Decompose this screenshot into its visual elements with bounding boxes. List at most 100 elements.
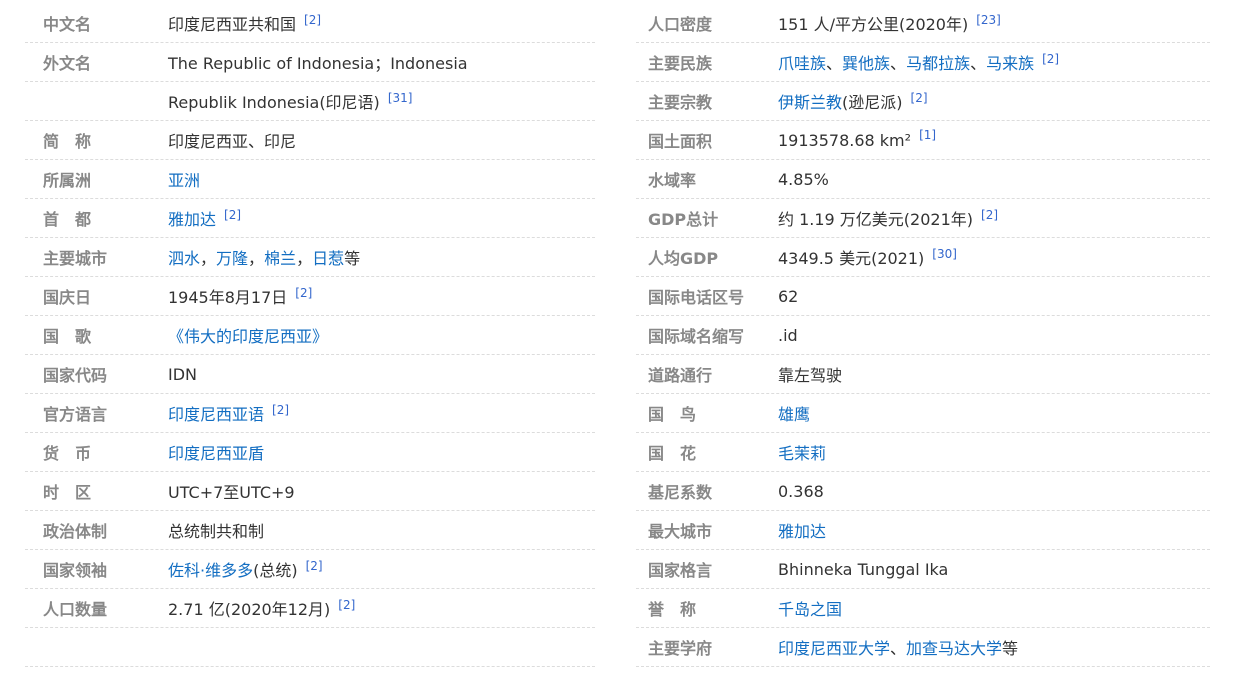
value-link[interactable]: 棉兰	[264, 249, 296, 268]
info-row: 誉 称 千岛之国	[636, 589, 1210, 628]
info-value: 雅加达	[778, 518, 826, 542]
info-label: 誉 称	[648, 600, 697, 619]
info-value: 千岛之国	[778, 596, 842, 620]
value-text: 151 人/平方公里(2020年)	[778, 15, 969, 34]
reference-link[interactable]: [2]	[224, 208, 241, 222]
info-row: Republik Indonesia(印尼语) [31]	[25, 82, 595, 121]
info-row: 所属洲 亚洲	[25, 160, 595, 199]
value-text: (逊尼派)	[842, 93, 903, 112]
info-row: 人口密度 151 人/平方公里(2020年) [23]	[636, 4, 1210, 43]
reference-link[interactable]: [30]	[932, 247, 957, 261]
info-row: 国家格言 Bhinneka Tunggal Ika	[636, 550, 1210, 589]
info-value: Republik Indonesia(印尼语) [31]	[168, 89, 412, 113]
info-value: 印度尼西亚共和国 [2]	[168, 11, 321, 35]
reference-link[interactable]: [2]	[911, 91, 928, 105]
reference-link[interactable]: [23]	[976, 13, 1001, 27]
info-label: 时 区	[43, 483, 92, 502]
info-row: GDP总计 约 1.19 万亿美元(2021年) [2]	[636, 199, 1210, 238]
reference-link[interactable]: [2]	[1042, 52, 1059, 66]
info-value: 靠左驾驶	[778, 362, 842, 386]
info-row: 最大城市 雅加达	[636, 511, 1210, 550]
info-label: 简 称	[43, 132, 92, 151]
value-link[interactable]: 《伟大的印度尼西亚》	[168, 327, 328, 346]
value-link[interactable]: 千岛之国	[778, 600, 842, 619]
info-label: 官方语言	[43, 405, 108, 424]
value-text: (总统)	[253, 561, 298, 580]
value-text: 靠左驾驶	[778, 366, 843, 385]
value-link[interactable]: 亚洲	[168, 171, 200, 190]
value-link[interactable]: 雅加达	[168, 210, 216, 229]
value-link[interactable]: 马来族	[986, 54, 1034, 73]
info-value: .id	[778, 326, 798, 345]
info-label: 人口数量	[43, 600, 108, 619]
info-label: 国家代码	[43, 366, 108, 385]
info-label: 国 歌	[43, 327, 92, 346]
value-link[interactable]: 马都拉族	[906, 54, 970, 73]
info-row: 国家领袖 佐科·维多多(总统) [2]	[25, 550, 595, 589]
info-value: 151 人/平方公里(2020年) [23]	[778, 11, 1001, 35]
info-row: 水域率 4.85%	[636, 160, 1210, 199]
value-text: ，	[248, 249, 265, 268]
value-text: 0.368	[778, 481, 824, 501]
value-link[interactable]: 爪哇族	[778, 54, 826, 73]
info-value: 伊斯兰教(逊尼派) [2]	[778, 89, 928, 113]
reference-link[interactable]: [2]	[272, 403, 289, 417]
info-label: 所属洲	[43, 171, 92, 190]
info-row: 国 花 毛茉莉	[636, 433, 1210, 472]
value-link[interactable]: 泗水	[168, 249, 200, 268]
basic-info-box: 中文名 印度尼西亚共和国 [2] 外文名 The Republic of Indones…	[25, 4, 1210, 667]
value-link[interactable]: 印度尼西亚语	[168, 405, 264, 424]
info-value: 约 1.19 万亿美元(2021年) [2]	[778, 206, 998, 230]
info-label: 国 花	[648, 444, 697, 463]
info-row: 政治体制 总统制共和制	[25, 511, 595, 550]
value-link[interactable]: 雅加达	[778, 522, 826, 541]
info-row: 外文名 The Republic of Indonesia；Indonesia	[25, 43, 595, 82]
value-link[interactable]: 巽他族	[842, 54, 890, 73]
info-row: 主要宗教 伊斯兰教(逊尼派) [2]	[636, 82, 1210, 121]
info-label: 最大城市	[648, 522, 713, 541]
value-link[interactable]: 印度尼西亚盾	[168, 444, 264, 463]
info-row: 中文名 印度尼西亚共和国 [2]	[25, 4, 595, 43]
info-row: 基尼系数 0.368	[636, 472, 1210, 511]
value-link[interactable]: 雄鹰	[778, 405, 810, 424]
info-label: 国际域名缩写	[648, 327, 745, 346]
value-text: The Republic of Indonesia；Indonesia	[168, 54, 468, 73]
info-label: 中文名	[43, 15, 92, 34]
info-value: Bhinneka Tunggal Ika	[778, 560, 948, 579]
reference-link[interactable]: [2]	[304, 13, 321, 27]
info-row: 时 区 UTC+7至UTC+9	[25, 472, 595, 511]
value-link[interactable]: 佐科·维多多	[168, 561, 253, 580]
value-text: 62	[778, 286, 799, 306]
reference-link[interactable]: [2]	[338, 598, 355, 612]
value-link[interactable]: 万隆	[216, 249, 248, 268]
info-row: 国 歌 《伟大的印度尼西亚》	[25, 316, 595, 355]
reference-link[interactable]: [1]	[919, 128, 936, 142]
info-label: GDP总计	[648, 210, 719, 229]
value-link[interactable]: 伊斯兰教	[778, 93, 842, 112]
reference-link[interactable]: [2]	[295, 286, 312, 300]
value-text: 、	[890, 54, 907, 73]
value-link[interactable]: 日惹	[312, 249, 344, 268]
info-value: 亚洲	[168, 167, 200, 191]
info-label: 主要城市	[43, 249, 108, 268]
info-label: 外文名	[43, 54, 92, 73]
reference-link[interactable]: [2]	[306, 559, 323, 573]
value-text: 总统制共和制	[168, 522, 265, 541]
value-text: 、	[970, 54, 987, 73]
value-text: IDN	[168, 364, 198, 384]
value-text: 1945年8月17日	[168, 288, 288, 307]
info-row: 官方语言 印度尼西亚语 [2]	[25, 394, 595, 433]
reference-link[interactable]: [31]	[388, 91, 413, 105]
value-link[interactable]: 印度尼西亚大学	[778, 639, 890, 658]
reference-link[interactable]: [2]	[981, 208, 998, 222]
info-row: 国庆日 1945年8月17日 [2]	[25, 277, 595, 316]
value-link[interactable]: 加查马达大学	[906, 639, 1002, 658]
value-text: Bhinneka Tunggal Ika	[778, 559, 949, 579]
value-link[interactable]: 毛茉莉	[778, 444, 826, 463]
info-value: 1945年8月17日 [2]	[168, 284, 312, 308]
info-row: 国土面积 1913578.68 km² [1]	[636, 121, 1210, 160]
info-value: 0.368	[778, 482, 824, 501]
value-text: .id	[778, 325, 798, 345]
info-value: 4349.5 美元(2021) [30]	[778, 245, 957, 269]
value-text: 约 1.19 万亿美元(2021年)	[778, 210, 974, 229]
